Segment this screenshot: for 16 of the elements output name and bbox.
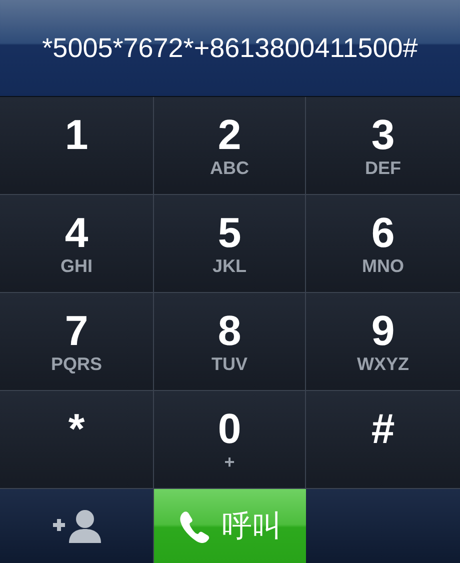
dial-key[interactable]: 3 DEF: [306, 97, 460, 195]
phone-icon: [178, 509, 212, 543]
dial-key[interactable]: 7 PQRS: [0, 293, 154, 391]
dial-key[interactable]: #: [306, 391, 460, 489]
dial-key[interactable]: 2 ABC: [154, 97, 306, 195]
dial-key[interactable]: 8 TUV: [154, 293, 306, 391]
dial-key[interactable]: 5 JKL: [154, 195, 306, 293]
dial-key[interactable]: 9 WXYZ: [306, 293, 460, 391]
dial-key[interactable]: 1: [0, 97, 154, 195]
dialed-number: *5005*7672*+8613800411500#: [42, 32, 418, 64]
dial-key[interactable]: *: [0, 391, 154, 489]
dial-key[interactable]: 4 GHI: [0, 195, 154, 293]
add-person-icon: [50, 509, 102, 543]
dial-key[interactable]: 6 MNO: [306, 195, 460, 293]
add-contact-button[interactable]: [0, 489, 154, 563]
dial-key[interactable]: 0 +: [154, 391, 306, 489]
